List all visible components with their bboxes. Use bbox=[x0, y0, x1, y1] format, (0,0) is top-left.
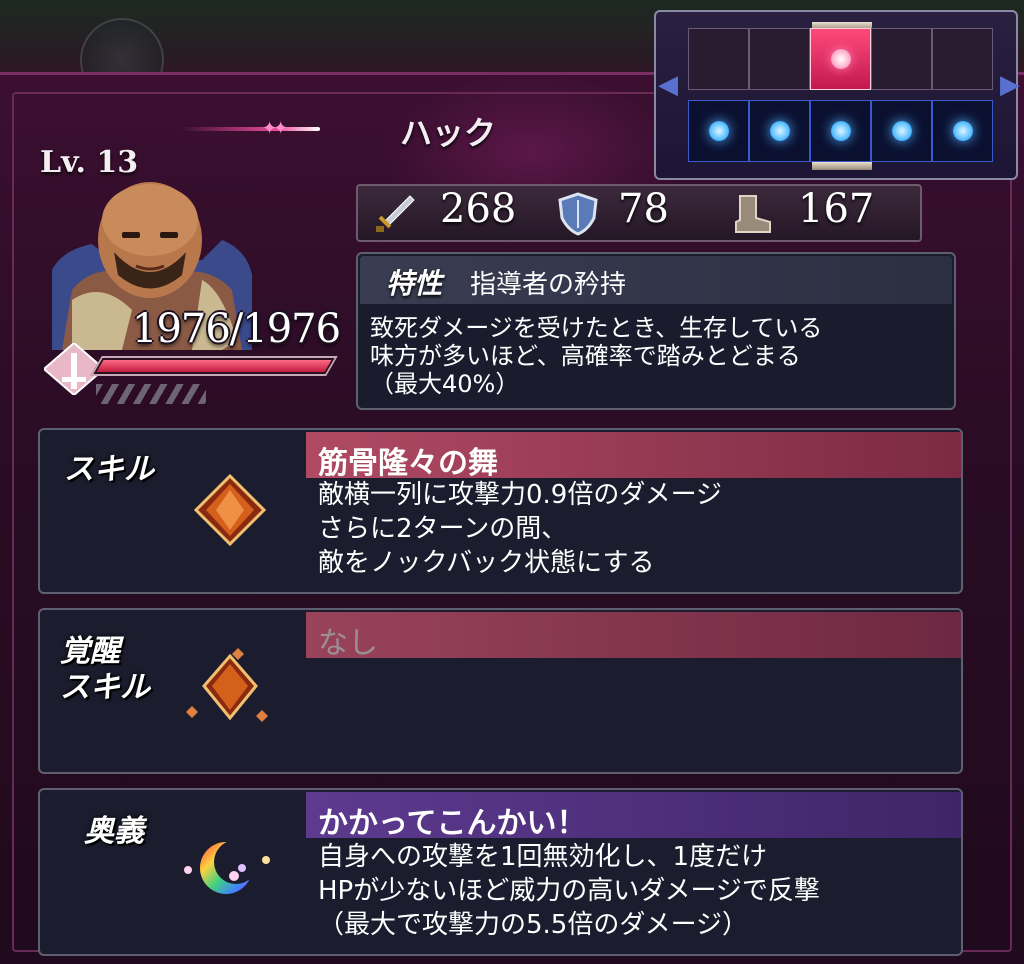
hp-value: 1976/1976 bbox=[132, 306, 341, 352]
ally-grid-cell bbox=[688, 100, 749, 162]
ally-grid-cell bbox=[749, 100, 810, 162]
grid-right-arrow-icon: ▶ bbox=[1000, 70, 1020, 100]
awakening-crystal-icon bbox=[186, 648, 268, 722]
ally-grid-cell bbox=[871, 100, 932, 162]
hp-bar-fill bbox=[96, 360, 332, 372]
boot-icon bbox=[735, 195, 771, 233]
grid-left-arrow-icon: ◀ bbox=[658, 70, 678, 100]
unit-name: ハック bbox=[400, 114, 497, 152]
skill-label: スキル bbox=[64, 452, 154, 487]
attack-value: 268 bbox=[440, 186, 517, 232]
enemy-grid-cell bbox=[749, 28, 810, 90]
enemy-grid-cell bbox=[932, 28, 993, 90]
enemy-grid-cell bbox=[688, 28, 749, 90]
ally-grid-cell bbox=[810, 100, 871, 162]
ultimate-label: 奥義 bbox=[84, 814, 144, 849]
sword-icon bbox=[376, 195, 415, 232]
enemy-marker-icon bbox=[830, 49, 851, 69]
skill-description: 敵横一列に攻撃力0.9倍のダメージ さらに2ターンの間、 敵をノックバック状態に… bbox=[318, 480, 723, 578]
awakening-skill-name: なし bbox=[318, 626, 378, 661]
skill-crystal-icon bbox=[194, 474, 266, 546]
awakening-skill-label: 覚醒 スキル bbox=[60, 634, 150, 705]
title-star-icon: ✦✦ bbox=[262, 118, 288, 139]
ultimate-description: 自身への攻撃を1回無効化し、1度だけ HPが少ないほど威力の高いダメージで反撃 … bbox=[318, 842, 820, 940]
enemy-grid-cell bbox=[871, 28, 932, 90]
trait-description: 致死ダメージを受けたとき、生存している 味方が多いほど、高確率で踏みとどまる （… bbox=[370, 314, 823, 398]
shield-icon bbox=[558, 192, 598, 236]
enemy-range-row bbox=[688, 28, 993, 90]
awakening-skill-header bbox=[306, 612, 961, 658]
trait-label: 特性 bbox=[386, 267, 443, 300]
skill-name: 筋骨隆々の舞 bbox=[318, 446, 498, 481]
ally-marker-icon bbox=[830, 121, 851, 141]
hp-bar-stripes bbox=[96, 384, 206, 404]
move-value: 167 bbox=[798, 186, 875, 232]
ally-marker-icon bbox=[952, 121, 973, 141]
trait-name: 指導者の矜持 bbox=[470, 270, 627, 300]
defense-value: 78 bbox=[618, 186, 669, 232]
enemy-grid-cell bbox=[810, 28, 871, 90]
trait-header bbox=[360, 256, 952, 304]
ally-marker-icon bbox=[769, 121, 790, 141]
ally-formation-row bbox=[688, 100, 993, 162]
ultimate-name: かかってこんかい！ bbox=[318, 806, 587, 841]
ally-grid-cell bbox=[932, 100, 993, 162]
grid-pin-bottom bbox=[812, 162, 872, 170]
ally-marker-icon bbox=[708, 121, 729, 141]
title-decoration bbox=[180, 127, 320, 131]
unit-level: Lv. 13 bbox=[40, 145, 139, 180]
ultimate-moon-icon bbox=[184, 840, 270, 894]
ally-marker-icon bbox=[891, 121, 912, 141]
